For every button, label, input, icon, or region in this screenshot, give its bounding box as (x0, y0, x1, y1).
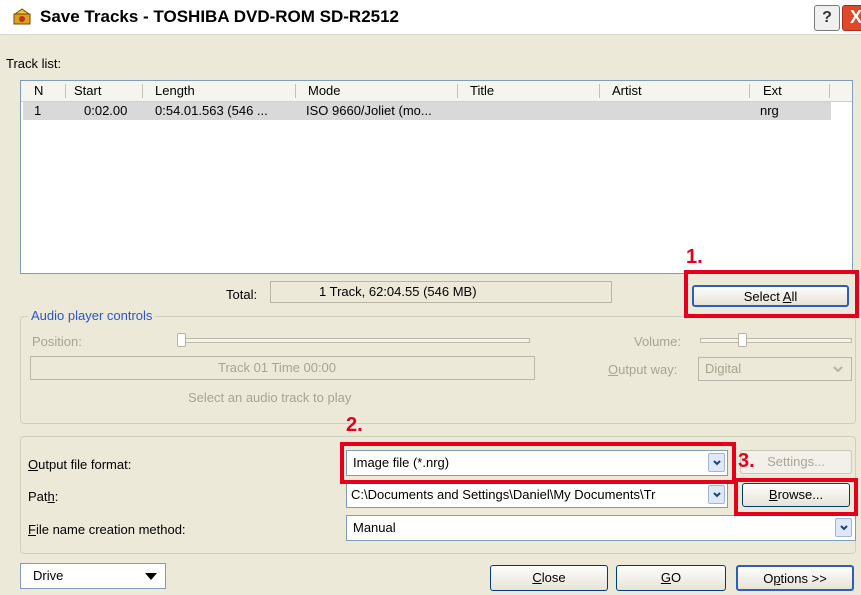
output-format-label-text: utput file format: (38, 457, 132, 472)
output-way-value: Digital (705, 361, 742, 376)
go-accelerator: G (660, 570, 671, 585)
path-label-suffix: : (54, 489, 59, 504)
app-icon (13, 8, 31, 25)
output-format-accelerator: O (28, 457, 39, 472)
go-label: O (671, 570, 682, 585)
triangle-down-icon (145, 573, 157, 580)
column-header-n[interactable]: N (34, 83, 43, 98)
drive-label: Drive (33, 568, 64, 583)
column-header-start[interactable]: Start (74, 83, 101, 98)
column-header-artist[interactable]: Artist (612, 83, 642, 98)
volume-slider[interactable] (700, 338, 852, 343)
title-bar[interactable]: Save Tracks - TOSHIBA DVD-ROM SD-R2512 ?… (0, 0, 861, 35)
track-list-header: N Start Length Mode Title Artist Ext (21, 81, 852, 102)
chevron-down-icon (713, 492, 721, 498)
path-label: Path: (28, 489, 58, 504)
path-label-prefix: Pat (28, 489, 48, 504)
volume-label: Volume: (634, 334, 681, 349)
close-button[interactable]: Close (490, 565, 608, 591)
chevron-down-icon (833, 366, 843, 372)
help-button[interactable]: ? (814, 5, 840, 31)
highlight-box-select-all (684, 270, 859, 318)
track-list[interactable]: N Start Length Mode Title Artist Ext 1 0… (20, 80, 853, 274)
total-label: Total: (226, 287, 258, 302)
path-dropdown-arrow[interactable] (708, 485, 725, 504)
options-label-suffix: tions >> (780, 571, 827, 586)
go-button[interactable]: GO (616, 565, 726, 591)
output-way-accelerator: O (608, 362, 619, 377)
highlight-box-browse (734, 478, 858, 516)
path-value: C:\Documents and Settings\Daniel\My Docu… (351, 487, 656, 502)
cell-length: 0:54.01.563 (546 ... (155, 103, 268, 118)
column-header-mode[interactable]: Mode (308, 83, 341, 98)
close-accelerator: C (532, 570, 542, 585)
position-label: Position: (32, 334, 82, 349)
audio-hint-text: Select an audio track to play (188, 390, 352, 405)
filename-method-label: File name creation method: (28, 522, 186, 537)
column-header-ext[interactable]: Ext (763, 83, 782, 98)
track-time-text: Track 01 Time 00:00 (218, 360, 337, 375)
annotation-3: 3. (738, 450, 755, 472)
save-tracks-dialog: Save Tracks - TOSHIBA DVD-ROM SD-R2512 ?… (0, 0, 861, 595)
filename-method-accelerator: F (28, 522, 36, 537)
annotation-2: 2. (346, 414, 363, 436)
annotation-1: 1. (686, 246, 703, 268)
output-way-label: Output way: (608, 362, 677, 377)
total-value: 1 Track, 62:04.55 (546 MB) (319, 284, 477, 299)
output-way-select[interactable]: Digital (698, 357, 852, 381)
cell-n: 1 (34, 103, 42, 118)
filename-method-dropdown-arrow[interactable] (835, 518, 852, 537)
close-window-button[interactable]: X (842, 5, 861, 31)
options-accelerator: p (773, 571, 781, 586)
chevron-down-icon (840, 525, 848, 531)
window-title: Save Tracks - TOSHIBA DVD-ROM SD-R2512 (40, 7, 400, 26)
track-list-label: Track list: (6, 56, 62, 71)
cell-mode: ISO 9660/Joliet (mo... (306, 103, 432, 118)
total-field: 1 Track, 62:04.55 (546 MB) (270, 281, 612, 303)
options-button[interactable]: Options >> (736, 565, 854, 591)
audio-player-group-label: Audio player controls (28, 308, 156, 323)
settings-button[interactable]: Settings... (740, 450, 852, 474)
position-slider-thumb[interactable] (177, 333, 186, 347)
highlight-box-output-format (340, 442, 736, 484)
path-accelerator: h (47, 489, 55, 504)
volume-slider-thumb[interactable] (738, 333, 747, 347)
output-way-label-suffix: utput way: (618, 362, 678, 377)
drive-menu-button[interactable]: Drive (20, 563, 166, 589)
cell-ext: nrg (760, 103, 779, 118)
filename-method-label-text: ile name creation method: (35, 522, 186, 537)
filename-method-select[interactable]: Manual (346, 515, 856, 541)
output-format-label: Output file format: (28, 457, 131, 472)
column-header-length[interactable]: Length (155, 83, 195, 98)
path-input[interactable]: C:\Documents and Settings\Daniel\My Docu… (346, 482, 728, 508)
close-label: lose (541, 570, 566, 585)
position-slider[interactable] (180, 338, 530, 343)
column-header-title[interactable]: Title (470, 83, 494, 98)
table-row[interactable]: 1 0:02.00 0:54.01.563 (546 ... ISO 9660/… (23, 102, 831, 120)
filename-method-value: Manual (353, 520, 396, 535)
track-time-display: Track 01 Time 00:00 (30, 356, 535, 380)
cell-start: 0:02.00 (84, 103, 128, 118)
options-label-prefix: O (763, 571, 774, 586)
